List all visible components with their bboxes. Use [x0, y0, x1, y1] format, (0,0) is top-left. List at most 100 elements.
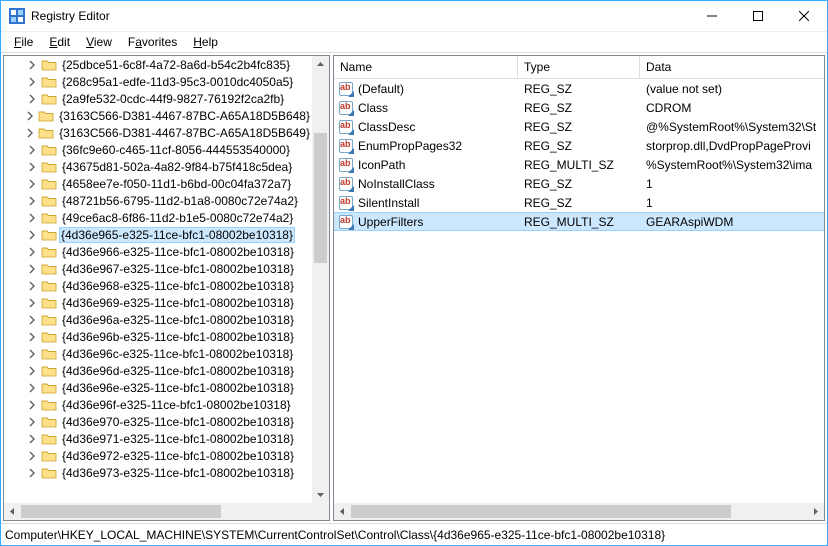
tree-item[interactable]: {4658ee7e-f050-11d1-b6bd-00c04fa372a7} — [4, 175, 312, 192]
value-name: NoInstallClass — [358, 177, 435, 191]
tree-item[interactable]: {4d36e967-e325-11ce-bfc1-08002be10318} — [4, 260, 312, 277]
tree-item-label: {48721b56-6795-11d2-b1a8-0080c72e74a2} — [60, 194, 300, 208]
tree-item[interactable]: {4d36e965-e325-11ce-bfc1-08002be10318} — [4, 226, 312, 243]
scroll-up-icon[interactable] — [312, 56, 329, 73]
expand-icon[interactable] — [23, 108, 38, 124]
value-row[interactable]: EnumPropPages32REG_SZstorprop.dll,DvdPro… — [334, 136, 824, 155]
expand-icon[interactable] — [24, 142, 40, 158]
tree-pane: {25dbce51-6c8f-4a72-8a6d-b54c2b4fc835}{2… — [3, 55, 330, 521]
tree-vertical-scrollbar[interactable] — [312, 56, 329, 503]
tree-item-label: {4d36e96a-e325-11ce-bfc1-08002be10318} — [60, 313, 296, 327]
expand-icon[interactable] — [24, 227, 40, 243]
expand-icon[interactable] — [24, 329, 40, 345]
tree-item[interactable]: {268c95a1-edfe-11d3-95c3-0010dc4050a5} — [4, 73, 312, 90]
expand-icon[interactable] — [24, 159, 40, 175]
tree-item[interactable]: {3163C566-D381-4467-87BC-A65A18D5B649} — [4, 124, 312, 141]
expand-icon[interactable] — [24, 448, 40, 464]
folder-icon — [38, 125, 54, 141]
value-row[interactable]: SilentInstallREG_SZ1 — [334, 193, 824, 212]
scroll-left-icon[interactable] — [4, 503, 21, 520]
expand-icon[interactable] — [24, 210, 40, 226]
expand-icon[interactable] — [24, 74, 40, 90]
expand-icon[interactable] — [24, 244, 40, 260]
tree-item-label: {49ce6ac8-6f86-11d2-b1e5-0080c72e74a2} — [60, 211, 295, 225]
minimize-button[interactable] — [689, 1, 735, 31]
tree-item[interactable]: {36fc9e60-c465-11cf-8056-444553540000} — [4, 141, 312, 158]
folder-icon — [41, 261, 57, 277]
value-row[interactable]: (Default)REG_SZ(value not set) — [334, 79, 824, 98]
tree-item[interactable]: {4d36e96b-e325-11ce-bfc1-08002be10318} — [4, 328, 312, 345]
expand-icon[interactable] — [24, 278, 40, 294]
expand-icon[interactable] — [24, 363, 40, 379]
column-header-type[interactable]: Type — [518, 56, 640, 78]
tree-item-label: {4d36e972-e325-11ce-bfc1-08002be10318} — [60, 449, 296, 463]
menu-item[interactable]: Help — [186, 34, 225, 50]
tree-item[interactable]: {4d36e966-e325-11ce-bfc1-08002be10318} — [4, 243, 312, 260]
scroll-left-icon[interactable] — [334, 503, 351, 520]
tree-item[interactable]: {4d36e971-e325-11ce-bfc1-08002be10318} — [4, 430, 312, 447]
menu-item[interactable]: Edit — [42, 34, 77, 50]
string-value-icon — [338, 176, 354, 192]
expand-icon[interactable] — [24, 312, 40, 328]
scroll-right-icon[interactable] — [807, 503, 824, 520]
close-button[interactable] — [781, 1, 827, 31]
tree-item-label: {4d36e971-e325-11ce-bfc1-08002be10318} — [60, 432, 296, 446]
tree-item[interactable]: {4d36e969-e325-11ce-bfc1-08002be10318} — [4, 294, 312, 311]
tree-item[interactable]: {4d36e96f-e325-11ce-bfc1-08002be10318} — [4, 396, 312, 413]
tree-item[interactable]: {48721b56-6795-11d2-b1a8-0080c72e74a2} — [4, 192, 312, 209]
expand-icon[interactable] — [24, 346, 40, 362]
tree-item[interactable]: {25dbce51-6c8f-4a72-8a6d-b54c2b4fc835} — [4, 56, 312, 73]
column-header-name[interactable]: Name — [334, 56, 518, 78]
expand-icon[interactable] — [24, 295, 40, 311]
folder-icon — [41, 142, 57, 158]
tree-item[interactable]: {4d36e96a-e325-11ce-bfc1-08002be10318} — [4, 311, 312, 328]
tree-item-label: {4d36e969-e325-11ce-bfc1-08002be10318} — [60, 296, 296, 310]
value-row[interactable]: NoInstallClassREG_SZ1 — [334, 174, 824, 193]
tree-item[interactable]: {3163C566-D381-4467-87BC-A65A18D5B648} — [4, 107, 312, 124]
tree-item[interactable]: {4d36e96c-e325-11ce-bfc1-08002be10318} — [4, 345, 312, 362]
list-horizontal-scrollbar[interactable] — [334, 503, 824, 520]
tree-item[interactable]: {4d36e972-e325-11ce-bfc1-08002be10318} — [4, 447, 312, 464]
expand-icon[interactable] — [24, 261, 40, 277]
folder-icon — [41, 465, 57, 481]
value-data: @%SystemRoot%\System32\St — [640, 120, 824, 134]
scroll-down-icon[interactable] — [312, 486, 329, 503]
value-row[interactable]: UpperFiltersREG_MULTI_SZGEARAspiWDM — [334, 212, 824, 231]
tree-item-label: {4d36e968-e325-11ce-bfc1-08002be10318} — [60, 279, 296, 293]
menu-item[interactable]: File — [7, 34, 40, 50]
expand-icon[interactable] — [24, 380, 40, 396]
tree-item[interactable]: {4d36e970-e325-11ce-bfc1-08002be10318} — [4, 413, 312, 430]
expand-icon[interactable] — [24, 465, 40, 481]
value-row[interactable]: ClassREG_SZCDROM — [334, 98, 824, 117]
tree-item-label: {4d36e973-e325-11ce-bfc1-08002be10318} — [60, 466, 296, 480]
tree-horizontal-scrollbar[interactable] — [4, 503, 329, 520]
folder-icon — [41, 57, 57, 73]
tree-item[interactable]: {49ce6ac8-6f86-11d2-b1e5-0080c72e74a2} — [4, 209, 312, 226]
column-header-data[interactable]: Data — [640, 56, 824, 78]
expand-icon[interactable] — [24, 193, 40, 209]
tree-item-label: {4d36e96d-e325-11ce-bfc1-08002be10318} — [60, 364, 296, 378]
expand-icon[interactable] — [24, 431, 40, 447]
tree-item-label: {3163C566-D381-4467-87BC-A65A18D5B648} — [57, 109, 312, 123]
menu-item[interactable]: View — [79, 34, 119, 50]
value-row[interactable]: ClassDescREG_SZ@%SystemRoot%\System32\St — [334, 117, 824, 136]
tree-item[interactable]: {4d36e96e-e325-11ce-bfc1-08002be10318} — [4, 379, 312, 396]
tree-item[interactable]: {2a9fe532-0cdc-44f9-9827-76192f2ca2fb} — [4, 90, 312, 107]
statusbar-path: Computer\HKEY_LOCAL_MACHINE\SYSTEM\Curre… — [5, 528, 665, 542]
expand-icon[interactable] — [24, 176, 40, 192]
tree-item[interactable]: {4d36e968-e325-11ce-bfc1-08002be10318} — [4, 277, 312, 294]
tree-item[interactable]: {4d36e973-e325-11ce-bfc1-08002be10318} — [4, 464, 312, 481]
value-row[interactable]: IconPathREG_MULTI_SZ%SystemRoot%\System3… — [334, 155, 824, 174]
tree-item[interactable]: {4d36e96d-e325-11ce-bfc1-08002be10318} — [4, 362, 312, 379]
maximize-button[interactable] — [735, 1, 781, 31]
expand-icon[interactable] — [24, 57, 40, 73]
value-name: SilentInstall — [358, 196, 419, 210]
expand-icon[interactable] — [23, 125, 38, 141]
expand-icon[interactable] — [24, 397, 40, 413]
expand-icon[interactable] — [24, 414, 40, 430]
tree-item-label: {3163C566-D381-4467-87BC-A65A18D5B649} — [57, 126, 312, 140]
menu-item[interactable]: Favorites — [121, 34, 184, 50]
expand-icon[interactable] — [24, 91, 40, 107]
tree-item[interactable]: {43675d81-502a-4a82-9f84-b75f418c5dea} — [4, 158, 312, 175]
string-value-icon — [338, 81, 354, 97]
